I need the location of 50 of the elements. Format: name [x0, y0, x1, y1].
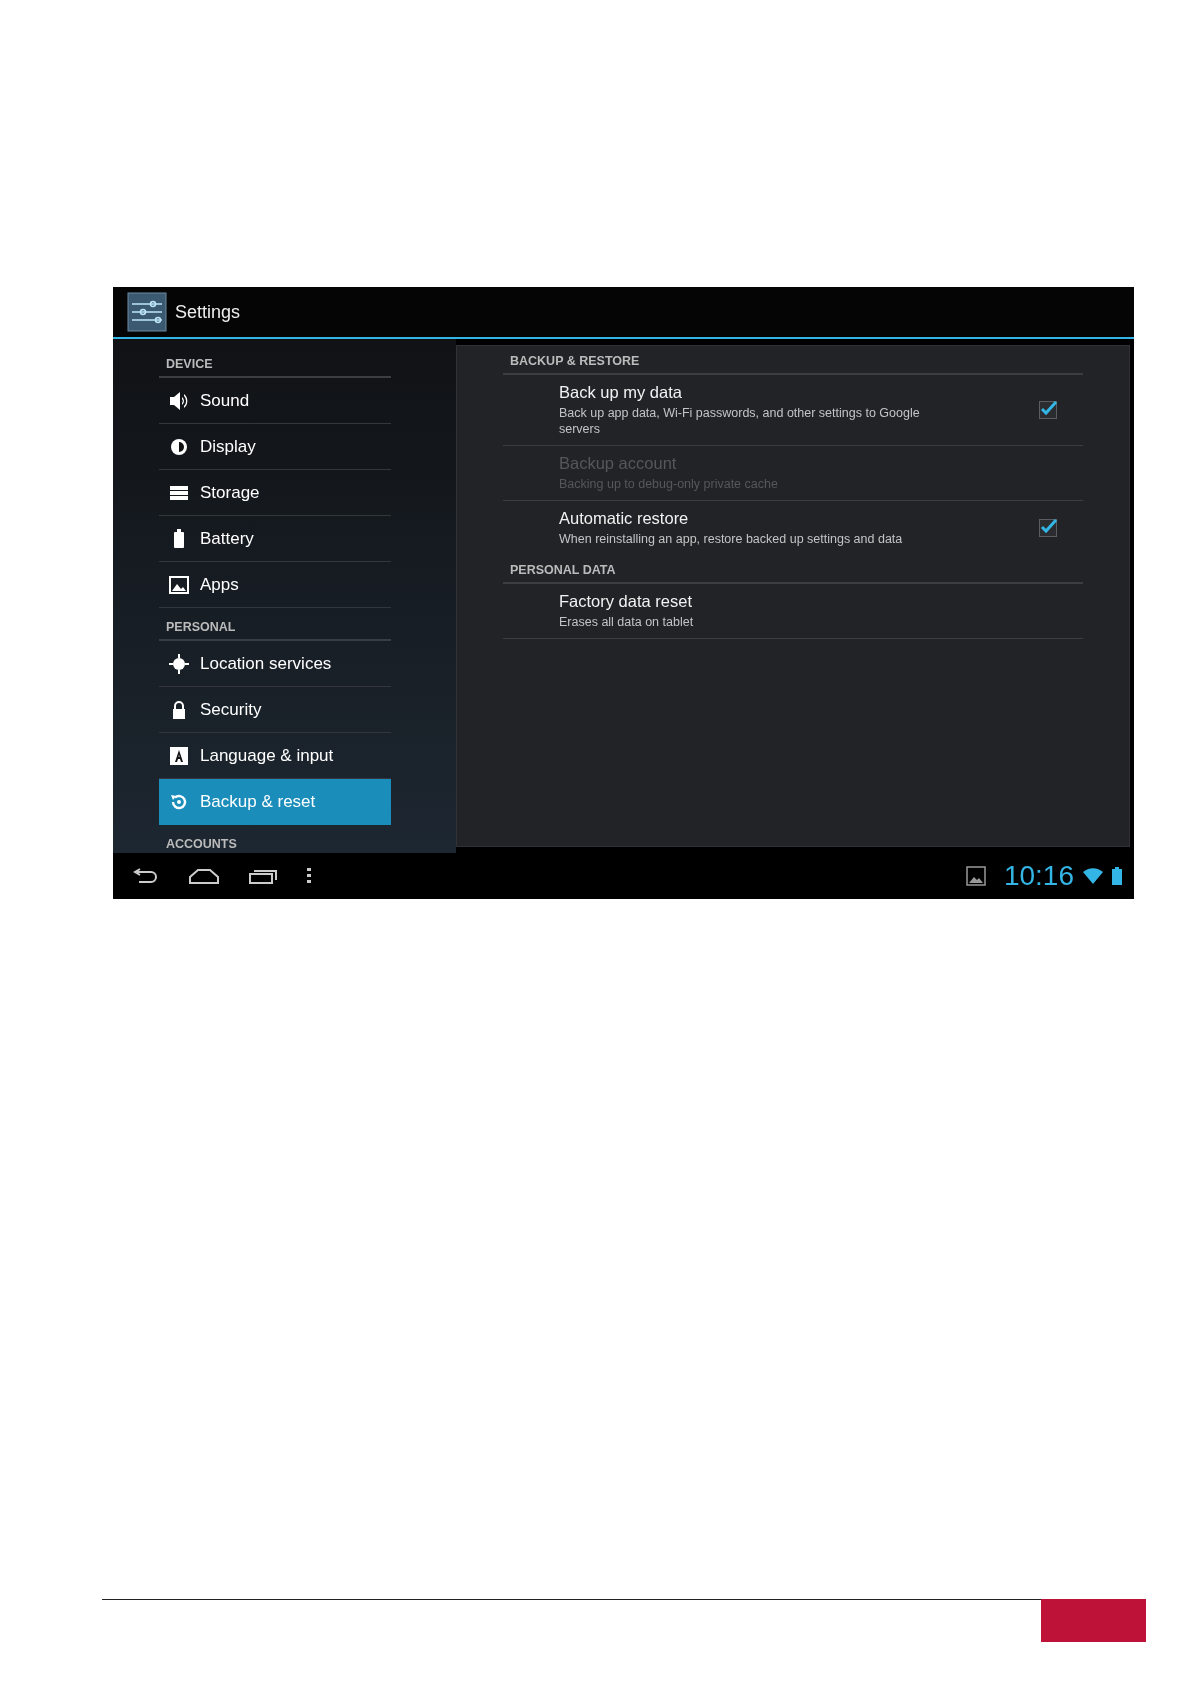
item-label: Storage — [200, 482, 260, 503]
setting-title: Back up my data — [559, 383, 683, 402]
brightness-icon — [169, 436, 189, 457]
item-label: Backup & reset — [200, 791, 316, 812]
lock-icon — [171, 699, 187, 720]
item-label: Location services — [200, 653, 332, 674]
home-icon[interactable] — [189, 868, 219, 884]
setting-row[interactable]: Factory data reset Erases all data on tablet — [503, 584, 1083, 639]
item-label: Display — [200, 436, 256, 457]
menu-icon[interactable] — [307, 868, 311, 884]
checkbox[interactable] — [1039, 401, 1057, 419]
location-icon — [169, 653, 189, 674]
battery-icon — [1112, 867, 1122, 885]
section-header: DEVICE — [159, 345, 391, 378]
item-label: Apps — [200, 574, 239, 595]
setting-title: Automatic restore — [559, 509, 690, 528]
sidebar-item[interactable]: Apps — [159, 562, 391, 608]
window-title: Settings — [175, 301, 241, 323]
section-header: PERSONAL — [159, 608, 391, 641]
setting-title: Factory data reset — [559, 592, 693, 611]
sidebar-item[interactable]: Storage — [159, 470, 391, 516]
settings-sliders-icon — [127, 292, 167, 332]
item-label: Battery — [200, 528, 254, 549]
sidebar-item[interactable]: Display — [159, 424, 391, 470]
section-header: BACKUP & RESTORE — [503, 346, 1083, 375]
setting-row[interactable]: Automatic restore When reinstalling an app, restore backed up settings and data — [503, 501, 1083, 555]
keyboard-letter-icon — [170, 746, 188, 765]
setting-row[interactable]: Back up my data Back up app data, Wi-Fi passwords, and other settings to Google servers — [503, 375, 1083, 446]
speaker-icon — [168, 390, 190, 411]
section-header: PERSONAL DATA — [503, 555, 1083, 584]
sidebar-item[interactable]: Security — [159, 687, 391, 733]
wifi-icon — [1082, 867, 1104, 885]
picture-frame-icon — [169, 575, 189, 594]
item-label: Language & input — [200, 745, 334, 766]
back-icon[interactable] — [131, 868, 159, 884]
sidebar-item[interactable]: Location services — [159, 641, 391, 687]
clock: 10:16 — [1003, 860, 1074, 892]
item-label: Security — [200, 699, 262, 720]
recent-apps-icon[interactable] — [249, 868, 277, 884]
setting-summary: Back up app data, Wi-Fi passwords, and other settings to Google servers — [559, 405, 921, 437]
setting-summary: Erases all data on tablet — [559, 614, 695, 630]
item-label: Sound — [200, 390, 250, 411]
sidebar-item[interactable]: Sound — [159, 378, 391, 424]
image-notification-icon[interactable] — [965, 866, 986, 886]
sidebar-item[interactable]: Backup & reset — [159, 779, 391, 825]
checkbox[interactable] — [1039, 519, 1057, 537]
storage-icon — [169, 484, 189, 501]
battery-icon — [173, 528, 185, 549]
setting-summary: When reinstalling an app, restore backed up settings and data — [559, 531, 904, 547]
sidebar-item[interactable]: Battery — [159, 516, 391, 562]
